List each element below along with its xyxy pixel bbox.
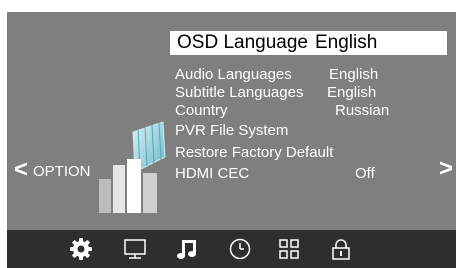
menu-item-value: Russian [335, 102, 390, 119]
tab-setup[interactable] [67, 237, 95, 261]
monitor-icon [124, 239, 146, 259]
menu-item-label: Country [175, 102, 228, 119]
menu-item-hdmi-cec[interactable]: HDMI CEC Off [175, 166, 445, 182]
menu-item-osd-language[interactable]: OSD Language English [170, 31, 447, 55]
menu-item-pvr-file-system[interactable]: PVR File System [175, 123, 445, 139]
tab-lock[interactable] [327, 237, 355, 261]
menu-item-audio-languages[interactable]: Audio Languages English [175, 67, 445, 83]
menu-item-label: OSD Language [177, 32, 308, 53]
menu-item-restore-factory-default[interactable]: Restore Factory Default [175, 145, 445, 161]
tv-menu-screen: < OPTION > OSD Language English Audio La… [7, 12, 456, 268]
lock-icon [332, 239, 350, 260]
menu-tab-bar [7, 230, 456, 268]
menu-item-country[interactable]: Country Russian [175, 103, 445, 119]
menu-item-value: English [327, 84, 377, 101]
grid-icon [279, 239, 299, 259]
tab-apps[interactable] [275, 237, 303, 261]
tab-sound[interactable] [174, 237, 202, 261]
gear-icon [70, 238, 92, 260]
previous-arrow-icon[interactable]: < [14, 158, 28, 182]
tab-picture[interactable] [121, 237, 149, 261]
menu-item-label: Restore Factory Default [175, 144, 334, 161]
music-note-icon [177, 240, 196, 259]
menu-item-value: English [315, 32, 378, 53]
menu-item-value: Off [355, 165, 375, 182]
menu-item-label: Audio Languages [175, 66, 292, 83]
menu-item-subtitle-languages[interactable]: Subtitle Languages English [175, 85, 445, 101]
menu-item-label: Subtitle Languages [175, 84, 304, 101]
menu-item-value: English [329, 66, 379, 83]
tab-time[interactable] [226, 237, 254, 261]
option-menu-graphic [99, 121, 166, 213]
clock-icon [229, 238, 251, 260]
menu-item-label: HDMI CEC [175, 165, 250, 182]
menu-item-label: PVR File System [175, 122, 289, 139]
previous-page-label[interactable]: OPTION [33, 163, 91, 180]
